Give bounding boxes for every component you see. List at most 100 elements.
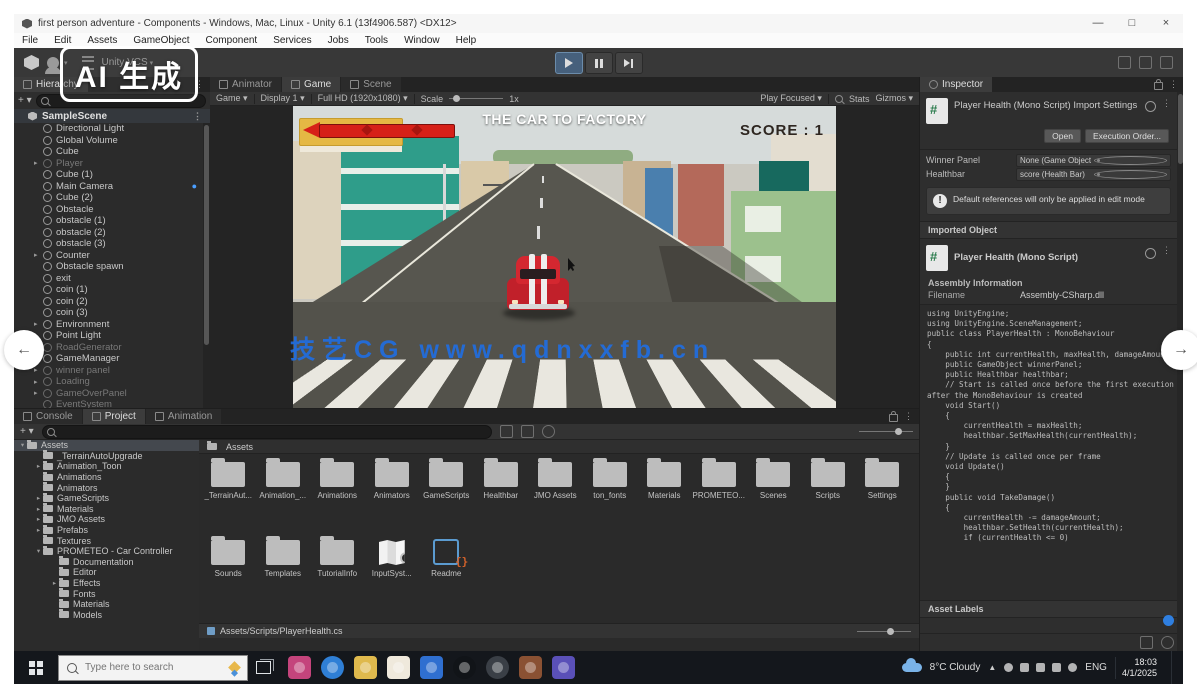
open-button[interactable]: Open — [1044, 129, 1081, 143]
view-tab[interactable]: Animator — [210, 77, 281, 92]
mute-audio-icon[interactable] — [835, 95, 843, 103]
asset-item[interactable]: InputSyst... — [365, 536, 420, 588]
hierarchy-scrollbar[interactable] — [203, 123, 210, 408]
asset-item[interactable]: ton_fonts — [583, 458, 638, 510]
asset-item[interactable]: Scripts — [801, 458, 856, 510]
volume-icon[interactable] — [1068, 663, 1077, 672]
edge-browser-icon[interactable] — [321, 656, 344, 679]
asset-item[interactable]: Animation_... — [256, 458, 311, 510]
script-menu-icon[interactable]: ⋮ — [1162, 245, 1171, 256]
header-menu-icon[interactable]: ⋮ — [1162, 98, 1171, 109]
asset-labels-section[interactable]: Asset Labels — [920, 600, 1183, 618]
weather-icon[interactable] — [902, 663, 922, 672]
file-explorer-icon[interactable] — [354, 656, 377, 679]
hierarchy-item[interactable]: coin (1) — [14, 284, 203, 296]
hierarchy-item[interactable]: Cube — [14, 146, 203, 158]
expand-arrow-icon[interactable]: ▸ — [34, 462, 43, 470]
tree-item[interactable]: Materials — [14, 599, 199, 610]
object-picker-icon[interactable] — [1094, 156, 1167, 165]
inspector-scrollbar[interactable] — [1177, 92, 1183, 651]
display-dropdown[interactable]: Display 1 ▾ — [261, 93, 305, 104]
menu-item[interactable]: File — [14, 33, 46, 48]
menu-item[interactable]: Window — [396, 33, 448, 48]
favorites-icon[interactable] — [542, 425, 555, 438]
start-button[interactable] — [14, 651, 58, 684]
play-focused-dropdown[interactable]: Play Focused ▾ — [760, 93, 822, 104]
asset-item[interactable]: GameScripts — [419, 458, 474, 510]
tree-item[interactable]: ▸ Prefabs — [14, 525, 199, 536]
hierarchy-item[interactable]: exit — [14, 273, 203, 285]
hierarchy-item[interactable]: ▸ Counter — [14, 250, 203, 262]
tree-item[interactable]: ▾ PROMETEO - Car Controller — [14, 546, 199, 557]
expand-arrow-icon[interactable]: ▸ — [34, 505, 43, 513]
search-highlights-icon[interactable] — [228, 661, 241, 674]
menu-item[interactable]: Tools — [357, 33, 396, 48]
asset-item[interactable]: TutorialInfo — [310, 536, 365, 588]
clock-sync-icon[interactable] — [1004, 663, 1013, 672]
hierarchy-item[interactable]: Cube (1) — [14, 169, 203, 181]
tree-item[interactable]: ▸ GameScripts — [14, 493, 199, 504]
object-field[interactable]: None (Game Object) — [1016, 154, 1171, 167]
hierarchy-item[interactable]: EventSystem — [14, 399, 203, 408]
assistant-button[interactable] — [1163, 615, 1174, 626]
visual-studio-icon[interactable] — [552, 656, 575, 679]
view-tab[interactable]: Game — [282, 77, 340, 92]
create-object-button[interactable]: + ▾ — [18, 95, 32, 106]
tree-item[interactable]: Documentation — [14, 557, 199, 568]
hierarchy-item[interactable]: ▸ Environment — [14, 319, 203, 331]
hierarchy-item[interactable]: Obstacle spawn — [14, 261, 203, 273]
asset-item[interactable]: Healthbar — [474, 458, 529, 510]
project-search-box[interactable] — [42, 425, 492, 439]
tree-item[interactable]: ▸ JMO Assets — [14, 514, 199, 525]
asset-item[interactable]: Materials — [637, 458, 692, 510]
project-zoom-slider[interactable] — [859, 431, 913, 432]
hierarchy-item[interactable]: Global Volume — [14, 135, 203, 147]
tree-item[interactable]: Animators — [14, 482, 199, 493]
expand-arrow-icon[interactable]: ▸ — [34, 515, 43, 523]
search-by-label-icon[interactable] — [521, 425, 534, 438]
expand-arrow-icon[interactable]: ▸ — [50, 579, 59, 587]
expand-arrow-icon[interactable]: ▸ — [34, 320, 43, 328]
menu-item[interactable]: Jobs — [320, 33, 357, 48]
hierarchy-item[interactable]: Cube (2) — [14, 192, 203, 204]
execution-order-button[interactable]: Execution Order... — [1085, 129, 1169, 143]
unity-hub-icon[interactable] — [420, 656, 443, 679]
game-menu-dropdown[interactable]: Game ▾ — [216, 93, 248, 104]
taskbar-search-box[interactable] — [58, 655, 248, 681]
hierarchy-item[interactable]: Obstacle — [14, 204, 203, 216]
hierarchy-item[interactable]: ▸ GameOverPanel — [14, 388, 203, 400]
hierarchy-item[interactable]: obstacle (1) — [14, 215, 203, 227]
layers-icon[interactable] — [1139, 56, 1152, 69]
tree-item[interactable]: Fonts — [14, 588, 199, 599]
hierarchy-item[interactable]: obstacle (3) — [14, 238, 203, 250]
play-button[interactable] — [555, 52, 583, 74]
create-asset-button[interactable]: + ▾ — [20, 426, 34, 437]
menu-item[interactable]: Services — [265, 33, 319, 48]
project-menu-icon[interactable]: ⋮ — [904, 411, 913, 422]
layout-icon[interactable] — [1160, 56, 1173, 69]
clock[interactable]: 18:03 4/1/2025 — [1115, 657, 1163, 679]
resolution-dropdown[interactable]: Full HD (1920x1080) ▾ — [318, 93, 408, 104]
inspector-menu-icon[interactable]: ⋮ — [1169, 79, 1178, 90]
tree-item[interactable]: ▾ Assets — [14, 440, 199, 451]
hierarchy-item[interactable]: Directional Light — [14, 123, 203, 135]
chevron-up-icon[interactable]: ▲ — [988, 663, 996, 672]
asset-item[interactable]: PROMETEO... — [692, 458, 747, 510]
close-button[interactable]: × — [1149, 14, 1183, 33]
hierarchy-item[interactable]: ▸ winner panel — [14, 365, 203, 377]
expand-arrow-icon[interactable]: ▸ — [34, 494, 43, 502]
carousel-next-button[interactable]: → — [1161, 330, 1197, 370]
asset-item[interactable]: Templates — [256, 536, 311, 588]
task-view-button[interactable] — [248, 651, 278, 684]
hierarchy-item[interactable]: coin (2) — [14, 296, 203, 308]
expand-arrow-icon[interactable]: ▸ — [34, 159, 43, 167]
bottom-tab[interactable]: Animation — [146, 409, 221, 424]
search-icon[interactable] — [1118, 56, 1131, 69]
carousel-prev-button[interactable]: ← — [4, 330, 44, 370]
menu-item[interactable]: Help — [448, 33, 485, 48]
sticky-notes-icon[interactable] — [387, 656, 410, 679]
stats-button[interactable]: Stats — [849, 94, 870, 104]
project-search-input[interactable] — [58, 427, 487, 436]
bottom-tab[interactable]: Console — [14, 409, 82, 424]
expand-arrow-icon[interactable]: ▸ — [34, 366, 43, 374]
